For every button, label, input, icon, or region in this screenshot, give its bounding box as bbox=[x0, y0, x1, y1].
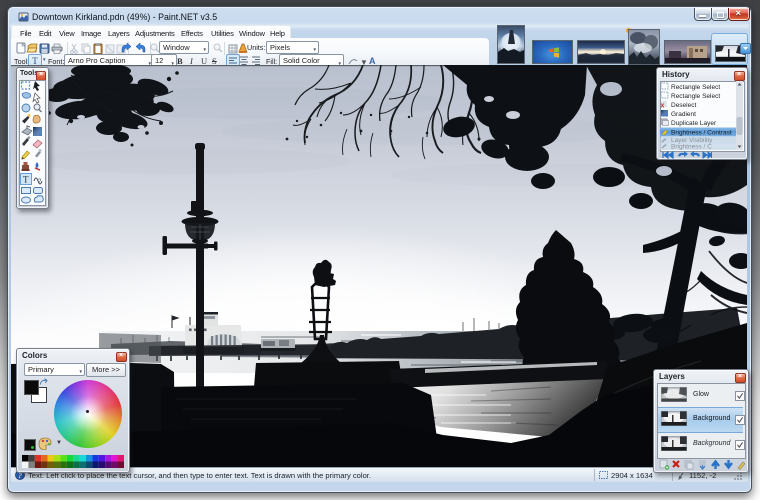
svg-text:Brightness / Contrast: Brightness / Contrast bbox=[671, 130, 732, 137]
svg-text:Duplicate Layer: Duplicate Layer bbox=[671, 120, 717, 127]
svg-text:Brightness / C: Brightness / C bbox=[671, 144, 712, 151]
svg-text:Rectangle Select: Rectangle Select bbox=[671, 93, 720, 100]
svg-text:T: T bbox=[23, 175, 29, 185]
svg-text:x: x bbox=[661, 103, 665, 110]
svg-text:Deselect: Deselect bbox=[671, 102, 696, 109]
svg-text:Gradient: Gradient bbox=[671, 111, 696, 118]
svg-text:Rectangle Select: Rectangle Select bbox=[671, 84, 720, 91]
